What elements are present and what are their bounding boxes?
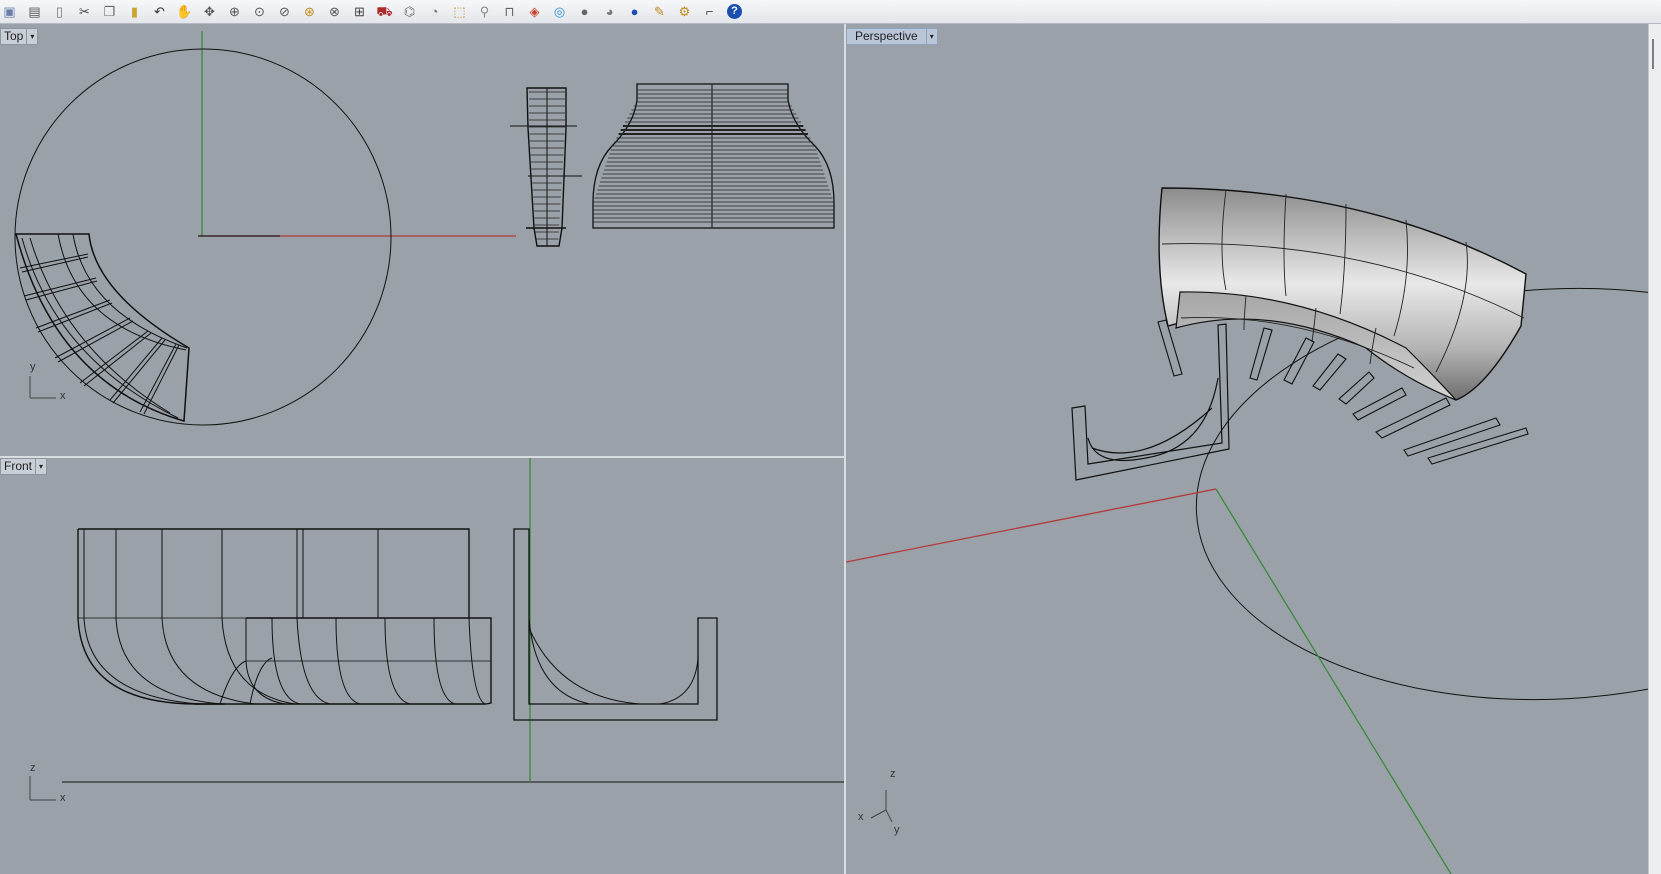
zoom-window-icon: ⊙ (254, 4, 265, 19)
front-view-canvas[interactable] (0, 458, 844, 874)
camera-icon: ⌬ (403, 4, 416, 19)
material-sphere-button[interactable]: ● (625, 2, 644, 22)
layers-icon: ◈ (529, 4, 540, 19)
viewport-name-label[interactable]: Perspective (846, 28, 927, 45)
rotate-view-button[interactable]: ✥ (200, 2, 219, 22)
flared-profile-section (592, 83, 835, 229)
light-bulb-button[interactable]: ⚲ (475, 2, 494, 22)
snap-icon: ⌐ (705, 4, 714, 19)
cplane-axes-icon (29, 776, 56, 801)
zoom-selected-button[interactable]: ⊛ (300, 2, 319, 22)
cplane-axes-icon (870, 790, 893, 823)
select-objects-icon: ⬚ (453, 4, 466, 19)
named-cplane-icon: ◔ (430, 4, 439, 19)
help-button[interactable]: ? (725, 2, 744, 22)
pan-hand-button[interactable]: ✋ (175, 2, 194, 22)
light-bulb-icon: ⚲ (479, 4, 490, 19)
curved-shell-surface (1158, 187, 1527, 401)
paste-button[interactable]: ▮ (125, 2, 144, 22)
chevron-down-icon[interactable]: ▾ (926, 28, 938, 45)
snap-button[interactable]: ⌐ (700, 2, 719, 22)
print-button[interactable]: ▤ (25, 2, 44, 22)
camera-button[interactable]: ⌬ (400, 2, 419, 22)
base-circle (14, 48, 392, 426)
layers-button[interactable]: ◈ (525, 2, 544, 22)
undo-button[interactable]: ↶ (150, 2, 169, 22)
shell-front-elevation (77, 528, 492, 705)
render-sphere-icon: ● (580, 4, 589, 19)
four-viewports-icon: ⊞ (354, 4, 365, 19)
viewport-name-label[interactable]: Top (0, 28, 28, 45)
top-viewport-title[interactable]: Top ▾ (0, 28, 39, 45)
axis-letter: z (30, 762, 36, 774)
zoom-extents-icon: ⊘ (279, 4, 290, 19)
profile-front-elevation (513, 528, 718, 721)
perspective-viewport-title[interactable]: Perspective ▾ (846, 28, 938, 45)
pencil-icon: ✎ (654, 4, 665, 19)
axis-letter: z (890, 768, 896, 780)
render-sphere-button[interactable]: ● (575, 2, 594, 22)
viewport-name-label[interactable]: Front (0, 458, 37, 475)
zoom-extents-button[interactable]: ⊘ (275, 2, 294, 22)
copy-icon: ❐ (103, 4, 116, 19)
chevron-down-icon[interactable]: ▾ (36, 458, 48, 475)
undo-icon: ↶ (154, 4, 165, 19)
named-view-button[interactable]: ⛟ (375, 2, 394, 22)
paste-icon: ▮ (130, 4, 139, 19)
axis-letter: x (60, 792, 66, 804)
help-icon: ? (727, 4, 742, 19)
save-button[interactable]: ▣ (0, 2, 19, 22)
profile-perspective (1071, 323, 1230, 481)
cut-icon: ✂ (79, 4, 90, 19)
side-panel-edge[interactable] (1648, 24, 1661, 874)
lock-icon: ⊓ (504, 4, 515, 19)
color-wheel-icon: ◎ (553, 4, 566, 19)
options-gear-button[interactable]: ⚙ (675, 2, 694, 22)
rotate-view-icon: ✥ (204, 4, 215, 19)
x-axis-line (846, 488, 1217, 563)
lock-button[interactable]: ⊓ (500, 2, 519, 22)
panel-grip[interactable] (1652, 39, 1654, 69)
named-view-icon: ⛟ (376, 4, 393, 19)
zoom-all-button[interactable]: ⊗ (325, 2, 344, 22)
render-sphere-shaded-icon: ◕ (605, 4, 614, 19)
top-view-canvas[interactable] (0, 28, 844, 457)
named-cplane-button[interactable]: ◔ (425, 2, 444, 22)
select-objects-button[interactable]: ⬚ (450, 2, 469, 22)
perspective-view-canvas[interactable] (846, 28, 1648, 874)
y-axis-line (1215, 488, 1452, 874)
axis-letter: y (894, 824, 900, 836)
zoom-selected-icon: ⊛ (304, 4, 315, 19)
front-viewport[interactable]: Front ▾ z x (0, 458, 844, 874)
pencil-button[interactable]: ✎ (650, 2, 669, 22)
four-viewports-button[interactable]: ⊞ (350, 2, 369, 22)
perspective-viewport[interactable]: Perspective ▾ z x y (846, 28, 1648, 874)
axis-letter: y (30, 361, 36, 373)
zoom-dynamic-icon: ⊕ (229, 4, 240, 19)
options-gear-icon: ⚙ (678, 4, 691, 19)
front-viewport-title[interactable]: Front ▾ (0, 458, 48, 475)
pan-hand-icon: ✋ (176, 4, 193, 19)
shell-plan-view (15, 233, 190, 422)
top-viewport[interactable]: Top ▾ y x (0, 28, 844, 457)
color-wheel-button[interactable]: ◎ (550, 2, 569, 22)
copy-button[interactable]: ❐ (100, 2, 119, 22)
flared-profile-hatch (593, 89, 834, 223)
new-file-icon: ▯ (55, 4, 64, 19)
axis-letter: x (60, 390, 66, 402)
zoom-all-icon: ⊗ (329, 4, 340, 19)
narrow-profile-section (510, 87, 582, 247)
cut-button[interactable]: ✂ (75, 2, 94, 22)
material-sphere-icon: ● (630, 4, 639, 19)
axis-letter: x (858, 811, 864, 823)
print-icon: ▤ (28, 4, 41, 19)
cplane-axes-icon (29, 376, 56, 399)
render-sphere-shaded-button[interactable]: ◕ (600, 2, 619, 22)
zoom-dynamic-button[interactable]: ⊕ (225, 2, 244, 22)
save-icon: ▣ (3, 4, 16, 19)
new-file-button[interactable]: ▯ (50, 2, 69, 22)
chevron-down-icon[interactable]: ▾ (27, 28, 39, 45)
standard-toolbar: ▣ ▤ ▯ ✂ ❐ ▮ ↶ ✋ ✥ ⊕ ⊙ ⊘ ⊛ ⊗ ⊞ ⛟ ⌬ ◔ ⬚ ⚲ ⊓ ◈ ◎ ● ◕ ● ✎ ⚙ ⌐? (0, 0, 1661, 24)
zoom-window-button[interactable]: ⊙ (250, 2, 269, 22)
